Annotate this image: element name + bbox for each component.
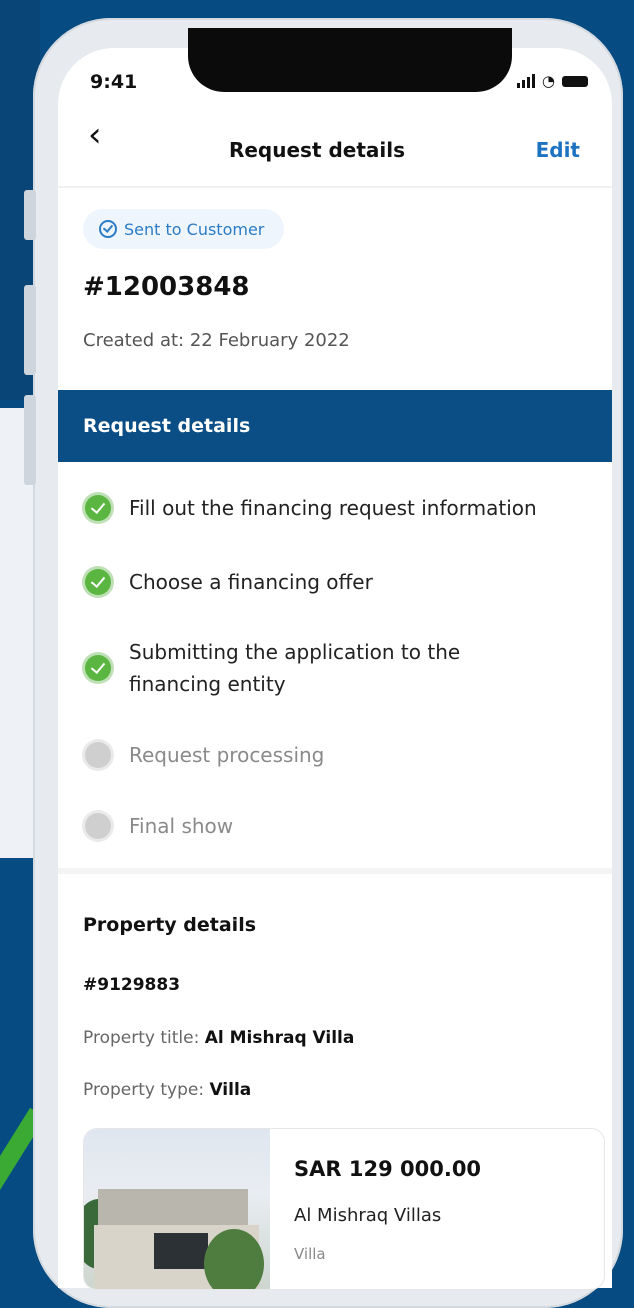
property-card[interactable]: SAR 129 000.00 Al Mishraq Villas Villa: [83, 1128, 605, 1290]
phone-notch: [188, 28, 512, 92]
check-circle-icon: [99, 220, 117, 238]
property-title-label: Property title:: [83, 1028, 200, 1048]
property-price: SAR 129 000.00: [294, 1157, 482, 1181]
phone-side-button: [24, 285, 36, 375]
circle-pending-icon: [85, 742, 111, 768]
property-details-heading: Property details: [83, 914, 257, 936]
property-id: #9129883: [83, 975, 181, 995]
step-item: Submitting the application to the financ…: [83, 636, 460, 700]
property-type-label: Property type:: [83, 1080, 205, 1100]
step-label: Fill out the financing request informati…: [129, 496, 537, 520]
check-circle-filled-icon: [85, 495, 111, 521]
check-circle-filled-icon: [85, 655, 111, 681]
circle-pending-icon: [85, 813, 111, 839]
step-label: Final show: [129, 814, 234, 838]
property-type-line: Property type: Villa: [83, 1080, 251, 1100]
step-label: Choose a financing offer: [129, 570, 373, 594]
phone-side-button: [24, 190, 36, 240]
wifi-icon: ◔: [541, 72, 555, 90]
step-label: Request processing: [129, 743, 325, 767]
house-window-shape: [154, 1233, 208, 1269]
property-title-value: Al Mishraq Villa: [204, 1028, 355, 1048]
step-item: Final show: [83, 810, 233, 842]
status-icons: ◔: [516, 72, 588, 90]
status-badge: Sent to Customer: [83, 209, 285, 249]
section-divider: [58, 868, 612, 874]
battery-icon: [562, 75, 588, 87]
nav-divider: [58, 186, 612, 188]
request-details-header: Request details: [58, 390, 612, 462]
status-badge-label: Sent to Customer: [124, 219, 265, 239]
step-label-line: financing entity: [129, 672, 286, 696]
check-circle-filled-icon: [85, 569, 111, 595]
step-item: Choose a financing offer: [83, 566, 373, 598]
step-label: Submitting the application to the financ…: [129, 636, 460, 700]
property-image: [84, 1129, 270, 1289]
step-label-line: Submitting the application to the: [129, 640, 461, 664]
created-date: Created at: 22 February 2022: [83, 330, 350, 351]
step-item: Fill out the financing request informati…: [83, 492, 537, 524]
edit-button[interactable]: Edit: [536, 138, 580, 162]
status-time: 9:41: [90, 71, 138, 93]
cellular-signal-icon: [516, 74, 535, 88]
step-item: Request processing: [83, 739, 324, 771]
request-number: #12003848: [83, 272, 250, 302]
property-type-value: Villa: [209, 1080, 252, 1100]
property-name: Al Mishraq Villas: [294, 1205, 442, 1226]
property-title-line: Property title: Al Mishraq Villa: [83, 1028, 354, 1048]
property-type: Villa: [294, 1245, 326, 1263]
phone-side-button: [24, 395, 36, 485]
house-shape: [98, 1189, 248, 1227]
